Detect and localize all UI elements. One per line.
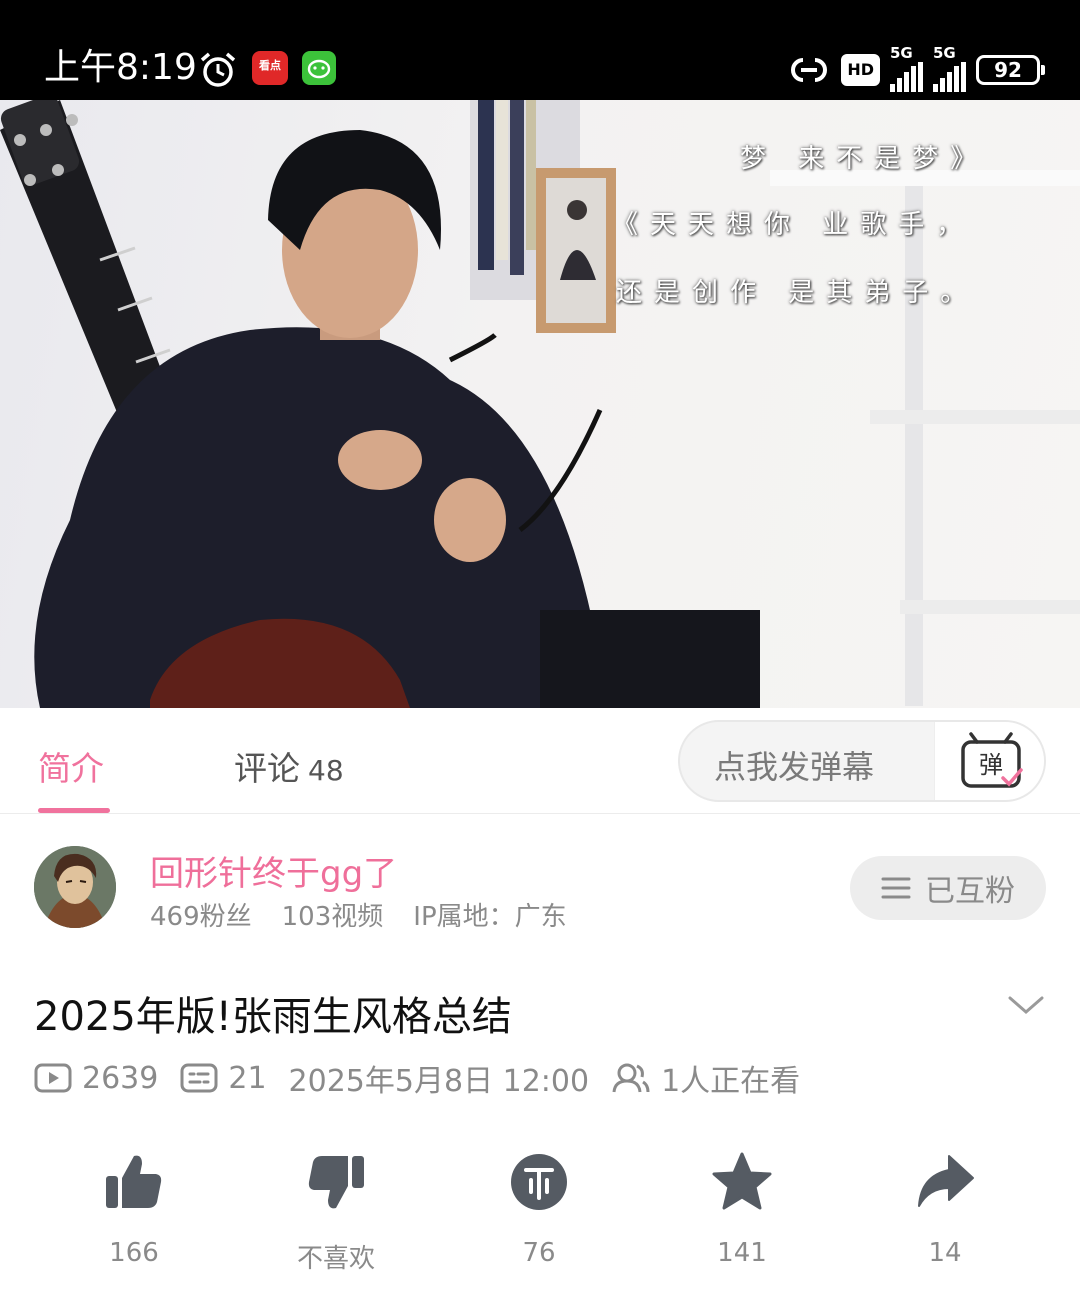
video-meta: 2639 21 2025年5月8日 12:00 1人正在看	[34, 1056, 822, 1100]
favorite-count: 141	[717, 1238, 767, 1268]
danmaku-count: 21	[180, 1060, 267, 1096]
danmaku-input[interactable]: 点我发弹幕 弹	[678, 720, 1046, 802]
status-time: 上午8:19	[44, 47, 197, 88]
video-player[interactable]: 梦 来不是梦》 《天天想你 业歌手， 还是创作 是其弟子。	[0, 100, 1080, 708]
battery-icon: 92	[976, 55, 1045, 85]
uploader-fans: 469粉丝	[150, 902, 252, 932]
hd-voice-icon: HD	[841, 54, 880, 86]
danmaku-count-icon	[180, 1063, 218, 1093]
view-count: 2639	[34, 1061, 158, 1096]
tab-active-indicator	[38, 808, 110, 813]
mutual-follow-button[interactable]: 已互粉	[850, 856, 1046, 920]
tab-comments[interactable]: 评论 48	[234, 742, 344, 790]
dislike-label: 不喜欢	[296, 1244, 375, 1274]
video-frame-image	[0, 100, 1080, 708]
publish-date: 2025年5月8日 12:00	[288, 1064, 590, 1099]
star-icon	[712, 1152, 772, 1210]
danmaku-count-value: 21	[228, 1060, 267, 1096]
like-button[interactable]: 166	[64, 1150, 204, 1268]
coin-count: 76	[522, 1238, 556, 1268]
uploader-videos: 103视频	[281, 902, 384, 932]
signal-strength-1-icon: 5G	[890, 44, 923, 92]
action-bar: 166 不喜欢 76 141 14	[0, 1150, 1080, 1274]
thumbs-up-icon	[106, 1155, 162, 1208]
view-count-value: 2639	[82, 1060, 159, 1096]
signal-strength-2-icon: 5G	[933, 44, 966, 92]
tab-comments-count: 48	[308, 754, 344, 787]
chevron-down-icon[interactable]	[1006, 990, 1046, 1020]
like-count: 166	[109, 1238, 159, 1268]
hotspot-link-icon	[791, 58, 828, 82]
wechat-app-icon	[302, 51, 336, 85]
favorite-button[interactable]: 141	[672, 1150, 812, 1268]
watching-now: 1人正在看	[611, 1056, 800, 1100]
danmaku-toggle-button[interactable]: 弹	[934, 722, 1044, 800]
dislike-button[interactable]: 不喜欢	[266, 1150, 406, 1275]
tab-intro[interactable]: 简介	[38, 742, 104, 790]
video-title: 2025年版!张雨生风格总结	[34, 994, 512, 1040]
uploader-avatar[interactable]	[34, 846, 116, 928]
uploader-name[interactable]: 回形针终于gg了	[150, 846, 397, 895]
tab-bar: 简介 评论 48 点我发弹幕 弹	[0, 708, 1080, 814]
share-arrow-icon	[918, 1155, 974, 1207]
coin-icon	[511, 1154, 567, 1210]
danmaku-tv-icon: 弹	[961, 732, 1023, 788]
menu-lines-icon	[881, 877, 911, 899]
kandian-app-icon: 看点	[252, 51, 288, 85]
status-bar: 上午8:19 看点 HD 5G 5G 92	[0, 0, 1080, 100]
share-button[interactable]: 14	[875, 1150, 1015, 1268]
lyric-line-2: 《天天想你 业歌手，	[612, 210, 975, 240]
danmaku-placeholder: 点我发弹幕	[714, 748, 875, 786]
alarm-icon	[200, 52, 236, 87]
tab-comments-label: 评论	[234, 749, 300, 788]
svg-text:弹: 弹	[979, 751, 1003, 779]
lyric-line-3: 还是创作 是其弟子。	[616, 278, 979, 308]
coin-button[interactable]: 76	[469, 1150, 609, 1268]
mutual-follow-label: 已互粉	[925, 874, 1015, 909]
uploader-stats: 469粉丝 103视频 IP属地：广东	[150, 896, 567, 933]
share-count: 14	[928, 1238, 962, 1268]
watching-now-value: 1人正在看	[661, 1064, 801, 1099]
play-count-icon	[34, 1063, 72, 1093]
lyric-line-1: 梦 来不是梦》	[740, 144, 989, 174]
viewers-icon	[612, 1063, 650, 1093]
thumbs-down-icon	[308, 1156, 364, 1209]
uploader-ip: IP属地：广东	[413, 902, 567, 932]
